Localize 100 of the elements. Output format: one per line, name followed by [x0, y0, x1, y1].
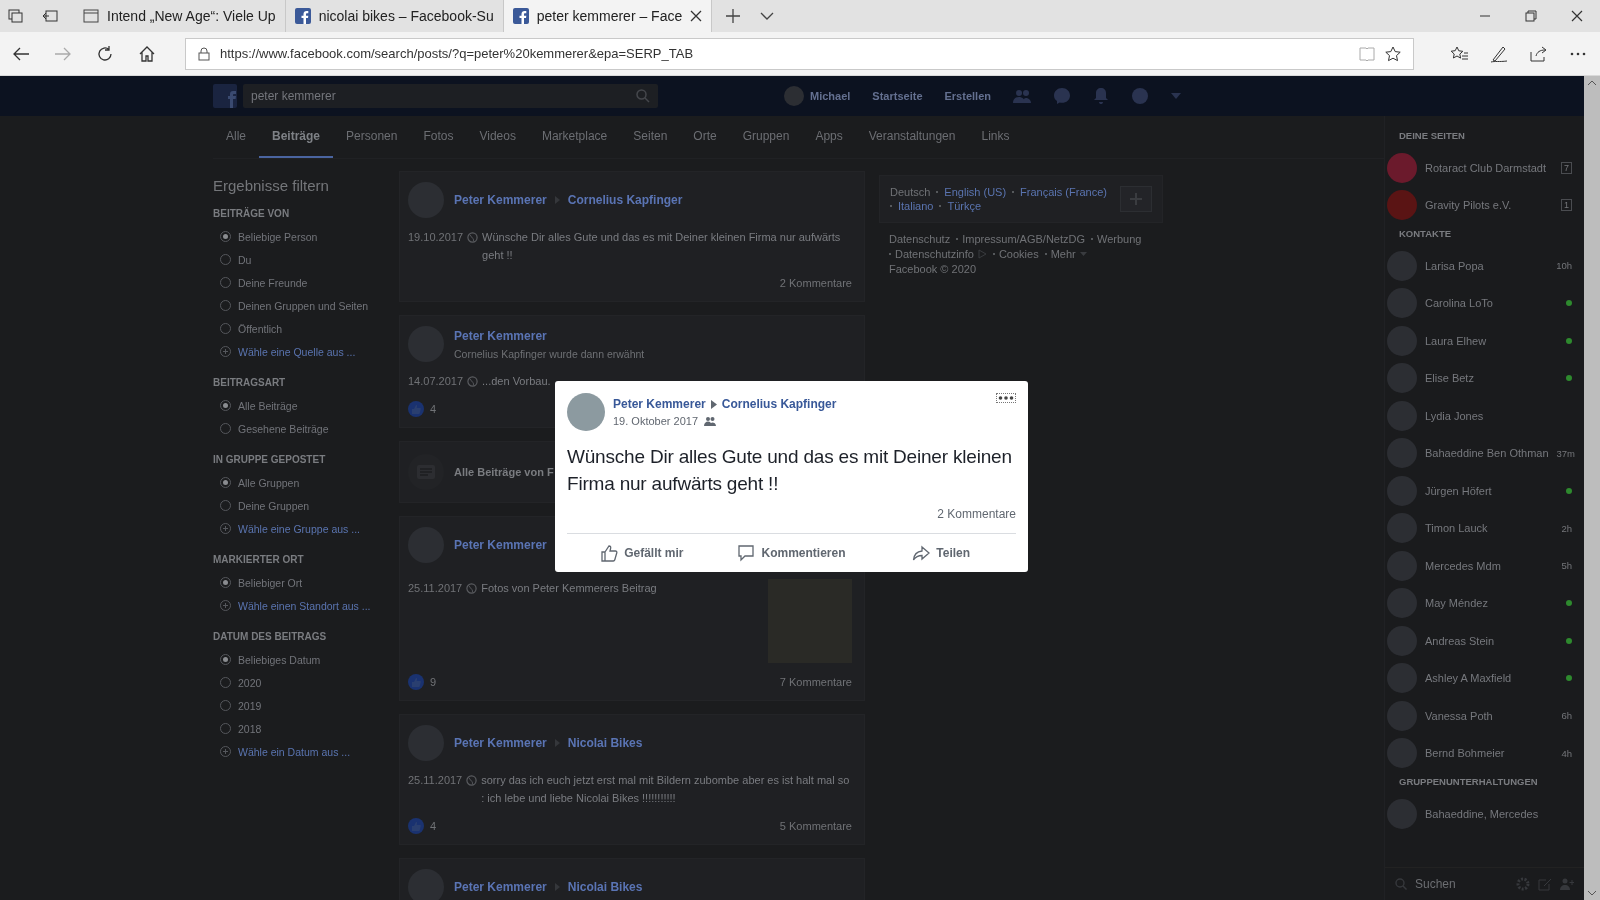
author-link[interactable]: Peter Kemmerer — [454, 880, 547, 894]
pen-icon[interactable] — [1490, 44, 1508, 63]
post-date[interactable]: 14.07.2017 — [408, 372, 464, 390]
contact-name[interactable]: Jürgen Höfert — [1425, 484, 1558, 497]
refresh-icon[interactable] — [96, 44, 114, 63]
comment-button[interactable]: Kommentieren — [716, 534, 867, 572]
post-date[interactable]: 25.11.2017 — [408, 771, 463, 789]
filter-option[interactable]: Öffentlich — [213, 317, 385, 340]
more-icon[interactable] — [1570, 51, 1586, 56]
post-date[interactable]: 25.11.2017 — [408, 579, 463, 597]
language-link[interactable]: Türkçe — [947, 200, 982, 212]
group-name[interactable]: Bahaeddine, Mercedes — [1425, 807, 1572, 820]
star-icon[interactable] — [1385, 45, 1401, 62]
search-tab[interactable]: Links — [968, 116, 1023, 158]
page-name[interactable]: Rotaract Club Darmstadt — [1425, 161, 1553, 174]
language-link[interactable]: English (US) — [944, 186, 1007, 198]
filter-option[interactable]: Beliebiges Datum — [213, 648, 385, 671]
contact-name[interactable]: Bernd Bohmeier — [1425, 747, 1554, 760]
choose-link[interactable]: Wähle eine Gruppe aus ... — [238, 522, 360, 535]
scroll-down-icon[interactable] — [1588, 891, 1596, 896]
target-link[interactable]: Nicolai Bikes — [567, 880, 643, 894]
choose-link[interactable]: Wähle eine Quelle aus ... — [238, 345, 356, 358]
like-button[interactable]: Gefällt mir — [567, 534, 717, 572]
filter-option[interactable]: 2018 — [213, 717, 385, 740]
help-icon[interactable] — [1130, 87, 1149, 105]
search-tab[interactable]: Marketplace — [528, 116, 621, 158]
contact-name[interactable]: Laura Elhew — [1425, 334, 1558, 347]
chat-search-field[interactable]: Suchen — [1415, 877, 1508, 891]
footer-link[interactable]: Werbung — [1097, 233, 1142, 245]
footer-link[interactable]: Cookies — [998, 248, 1039, 260]
choose-link[interactable]: Wähle einen Standort aus ... — [238, 599, 371, 612]
search-tab[interactable]: Gruppen — [729, 116, 803, 158]
target-link[interactable]: Cornelius Kapfinger — [721, 397, 837, 411]
forward-arrow-icon[interactable] — [54, 45, 72, 62]
contact-name[interactable]: Andreas Stein — [1425, 634, 1558, 647]
compose-icon[interactable] — [1538, 877, 1552, 891]
footer-link[interactable]: Datenschutz — [889, 233, 951, 245]
comment-count[interactable]: 5 Kommentare — [779, 820, 852, 832]
post-date[interactable]: 19. Oktober 2017 — [613, 415, 698, 427]
comment-count[interactable]: 2 Kommentare — [779, 277, 852, 289]
search-tab[interactable]: Fotos — [410, 116, 467, 158]
author-link[interactable]: Peter Kemmerer — [454, 193, 547, 207]
tab-aside-icon[interactable] — [42, 9, 58, 23]
back-arrow-icon[interactable] — [12, 45, 30, 62]
favorites-icon[interactable] — [1450, 45, 1468, 62]
search-tab[interactable]: Alle — [213, 116, 259, 158]
bell-icon[interactable] — [1092, 87, 1109, 105]
filter-option[interactable]: Du — [213, 248, 385, 271]
target-link[interactable]: Cornelius Kapfinger — [567, 193, 683, 207]
contact-name[interactable]: Mercedes Mdm — [1425, 559, 1554, 572]
language-link[interactable]: Italiano — [898, 200, 934, 212]
author-link[interactable]: Peter Kemmerer — [454, 736, 547, 750]
post-date[interactable]: 19.10.2017 — [408, 228, 464, 246]
search-tab[interactable]: Seiten — [620, 116, 681, 158]
filter-option[interactable]: Deine Freunde — [213, 271, 385, 294]
filter-option[interactable]: 2020 — [213, 671, 385, 694]
share-button[interactable]: Teilen — [866, 534, 1016, 572]
avatar[interactable] — [567, 393, 605, 431]
add-language-button[interactable] — [1120, 186, 1152, 212]
filter-option[interactable]: Alle Beiträge — [213, 394, 385, 417]
nav-link[interactable]: Startseite — [872, 90, 923, 102]
address-field[interactable]: https://www.facebook.com/search/posts/?q=peter%20kemmerer&epa=SERP_TAB — [185, 37, 1414, 70]
filter-option[interactable]: Beliebige Person — [213, 225, 385, 248]
language-link[interactable]: Français (France) — [1020, 186, 1107, 198]
choose-link[interactable]: Wähle ein Datum aus ... — [238, 745, 351, 758]
caret-icon[interactable] — [1170, 93, 1181, 99]
tab-stack-icon[interactable] — [8, 9, 24, 23]
author-link[interactable]: Peter Kemmerer — [613, 397, 706, 411]
filter-option[interactable]: Gesehene Beiträge — [213, 417, 385, 440]
filter-option[interactable]: 2019 — [213, 694, 385, 717]
author-link[interactable]: Peter Kemmerer — [454, 328, 547, 343]
filter-option[interactable]: Beliebiger Ort — [213, 571, 385, 594]
contact-name[interactable]: May Méndez — [1425, 597, 1558, 610]
close-icon[interactable] — [1571, 10, 1583, 22]
home-icon[interactable] — [138, 44, 156, 63]
search-tab[interactable]: Beiträge — [259, 116, 334, 158]
author-link[interactable]: Peter Kemmerer — [454, 538, 547, 552]
search-tab[interactable]: Veranstaltungen — [855, 116, 969, 158]
contact-name[interactable]: Vanessa Poth — [1425, 709, 1554, 722]
filter-option[interactable]: Alle Gruppen — [213, 471, 385, 494]
like-count[interactable]: 9 — [430, 676, 437, 688]
friends-icon[interactable] — [1012, 89, 1031, 103]
more-options-icon[interactable] — [996, 393, 1016, 403]
footer-link[interactable]: Datenschutzinfo — [895, 248, 974, 260]
close-icon[interactable] — [690, 10, 703, 22]
comment-count[interactable]: 2 Kommentare — [567, 507, 1016, 521]
profile-link[interactable]: Michael — [810, 90, 851, 102]
contact-name[interactable]: Timon Lauck — [1425, 522, 1554, 535]
contact-name[interactable]: Carolina LoTo — [1425, 297, 1558, 310]
contact-name[interactable]: Ashley A Maxfield — [1425, 672, 1558, 685]
facebook-logo-icon[interactable] — [213, 84, 237, 108]
messenger-icon[interactable] — [1052, 87, 1071, 105]
contact-name[interactable]: Lydia Jones — [1425, 409, 1572, 422]
new-tab-icon[interactable] — [726, 9, 741, 23]
restore-icon[interactable] — [1525, 10, 1537, 22]
people-add-icon[interactable] — [1560, 877, 1574, 891]
contact-name[interactable]: Elise Betz — [1425, 372, 1558, 385]
search-tab[interactable]: Videos — [466, 116, 529, 158]
footer-link[interactable]: Mehr — [1050, 248, 1076, 260]
contact-name[interactable]: Bahaeddine Ben Othman — [1425, 447, 1549, 460]
